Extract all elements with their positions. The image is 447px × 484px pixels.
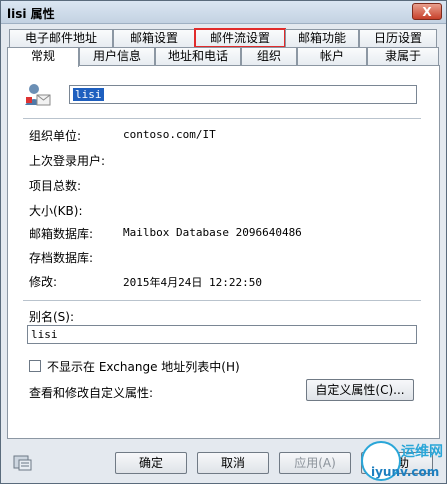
cancel-button[interactable]: 取消 (197, 452, 269, 474)
watermark-text-cn: 运维网 (401, 444, 443, 460)
alias-input[interactable]: lisi (27, 325, 417, 344)
watermark-text-en: iyunv.com (371, 465, 440, 479)
modified-value: 2015年4月24日 12:22:50 (123, 276, 262, 289)
alias-value: lisi (31, 328, 58, 341)
user-mailbox-icon (25, 84, 51, 106)
close-button[interactable]: X (412, 3, 442, 20)
tab-account[interactable]: 帐户 (297, 47, 367, 65)
mailbox-db-value: Mailbox Database 2096640486 (123, 226, 302, 239)
custom-attributes-button[interactable]: 自定义属性(C)... (306, 379, 414, 401)
ou-label: 组织单位: (29, 129, 82, 143)
ok-button[interactable]: 确定 (115, 452, 187, 474)
apply-button[interactable]: 应用(A) (279, 452, 351, 474)
last-logon-label: 上次登录用户: (29, 154, 106, 168)
tab-user-info[interactable]: 用户信息 (79, 47, 155, 65)
item-count-label: 项目总数: (29, 179, 82, 193)
size-label: 大小(KB): (29, 204, 83, 218)
tab-organization[interactable]: 组织 (241, 47, 297, 65)
tab-mailbox-settings[interactable]: 邮箱设置 (113, 29, 195, 47)
tab-address-phone[interactable]: 地址和电话 (155, 47, 241, 65)
tab-mail-flow-settings[interactable]: 邮件流设置 (194, 28, 286, 48)
divider (23, 118, 421, 119)
archive-db-label: 存档数据库: (29, 251, 94, 265)
title-bar[interactable]: lisi 属性 X (1, 1, 446, 24)
properties-icon (13, 455, 32, 471)
tab-member-of[interactable]: 隶属于 (367, 47, 439, 65)
window-title: lisi 属性 (7, 7, 55, 21)
hide-from-gal-label: 不显示在 Exchange 地址列表中(H) (47, 360, 240, 374)
tab-general[interactable]: 常规 (7, 47, 79, 67)
display-name-value: lisi (73, 88, 104, 101)
tab-calendar-settings[interactable]: 日历设置 (359, 29, 437, 47)
ou-value: contoso.com/IT (123, 128, 216, 141)
alias-label: 别名(S): (29, 310, 75, 324)
hide-from-gal-checkbox[interactable] (29, 360, 41, 372)
display-name-field[interactable]: lisi (69, 85, 417, 104)
tab-mailbox-features[interactable]: 邮箱功能 (285, 29, 359, 47)
mailbox-db-label: 邮箱数据库: (29, 227, 94, 241)
tab-email-addresses[interactable]: 电子邮件地址 (9, 29, 113, 47)
watermark-logo: 运维网 iyunv.com (361, 441, 445, 483)
custom-attributes-label: 查看和修改自定义属性: (29, 386, 154, 400)
properties-dialog: lisi 属性 X 电子邮件地址 邮箱设置 邮件流设置 邮箱功能 日历设置 常规… (0, 0, 447, 484)
divider (23, 300, 421, 301)
modified-label: 修改: (29, 275, 58, 289)
